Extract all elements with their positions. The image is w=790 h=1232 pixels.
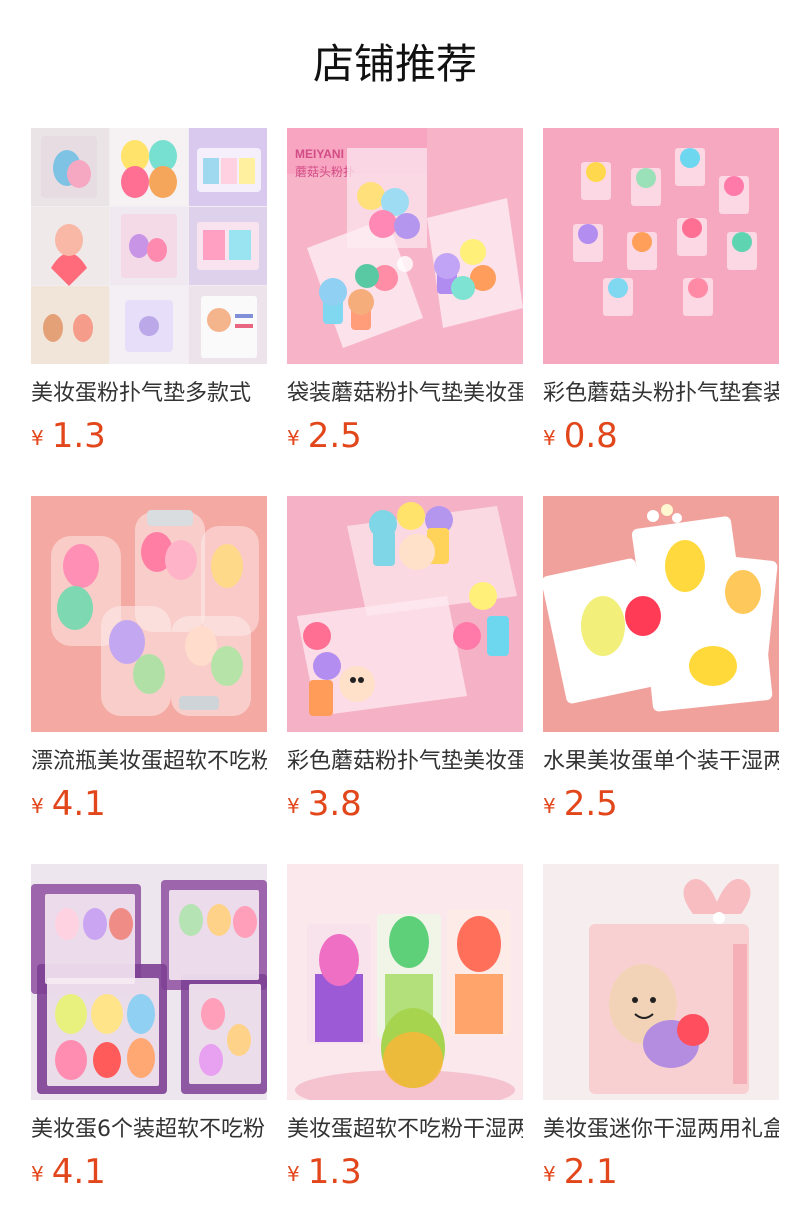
product-card[interactable]: 美妆蛋超软不吃粉干湿两用 ¥1.3 [287,864,523,1192]
product-price: ¥4.1 [31,783,106,825]
product-name[interactable]: 美妆蛋6个装超软不吃粉 [31,1115,267,1145]
product-image[interactable] [31,864,267,1100]
price-value: 2.5 [307,416,362,456]
price-value: 3.8 [307,784,362,824]
product-card[interactable]: 美妆蛋迷你干湿两用礼盒 ¥2.1 [543,864,779,1192]
price-value: 4.1 [51,1152,106,1192]
product-price: ¥0.8 [543,415,618,457]
six-pack-sponge-image [31,864,267,1100]
product-image[interactable]: MEIYANI 蘑菇头粉扑 [287,128,523,364]
product-price: ¥1.3 [31,415,106,457]
price-value: 2.5 [563,784,618,824]
product-image[interactable] [543,128,779,364]
product-grid: 美妆蛋粉扑气垫多款式 ¥1.3 MEIYANI 蘑菇头粉扑 袋装蘑菇粉扑气垫美妆… [31,128,779,1192]
product-name[interactable]: 漂流瓶美妆蛋超软不吃粉 [31,747,267,777]
mushroom-puff-pouch-image [287,496,523,732]
product-name[interactable]: 袋装蘑菇粉扑气垫美妆蛋 [287,379,523,409]
puff-box-sponge-image [287,864,523,1100]
mushroom-puff-bags-image: MEIYANI 蘑菇头粉扑 [287,128,523,364]
price-value: 2.1 [563,1152,618,1192]
currency-symbol: ¥ [31,426,44,450]
currency-symbol: ¥ [287,1162,300,1186]
currency-symbol: ¥ [543,794,556,818]
product-name[interactable]: 水果美妆蛋单个装干湿两用 [543,747,779,777]
currency-symbol: ¥ [543,426,556,450]
price-value: 0.8 [563,416,618,456]
sponge-collage-image [31,128,267,364]
product-image[interactable] [543,496,779,732]
product-image[interactable] [31,496,267,732]
product-name[interactable]: 美妆蛋迷你干湿两用礼盒 [543,1115,779,1145]
currency-symbol: ¥ [543,1162,556,1186]
bottle-sponge-image [31,496,267,732]
currency-symbol: ¥ [287,426,300,450]
product-image[interactable] [543,864,779,1100]
mini-bow-box-image [543,864,779,1100]
product-card[interactable]: 漂流瓶美妆蛋超软不吃粉 ¥4.1 [31,496,267,824]
product-card[interactable]: 美妆蛋粉扑气垫多款式 ¥1.3 [31,128,267,456]
product-price: ¥3.8 [287,783,362,825]
product-price: ¥2.5 [287,415,362,457]
fruit-sponge-card-image [543,496,779,732]
currency-symbol: ¥ [287,794,300,818]
svg-text:MEIYANI: MEIYANI [295,147,344,161]
product-name[interactable]: 美妆蛋超软不吃粉干湿两用 [287,1115,523,1145]
product-price: ¥4.1 [31,1151,106,1193]
product-image[interactable] [31,128,267,364]
product-card[interactable]: 彩色蘑菇头粉扑气垫套装 ¥0.8 [543,128,779,456]
product-image[interactable] [287,864,523,1100]
price-value: 4.1 [51,784,106,824]
currency-symbol: ¥ [31,794,44,818]
product-card[interactable]: 水果美妆蛋单个装干湿两用 ¥2.5 [543,496,779,824]
product-price: ¥2.5 [543,783,618,825]
svg-text:蘑菇头粉扑: 蘑菇头粉扑 [295,165,355,179]
product-price: ¥2.1 [543,1151,618,1193]
product-name[interactable]: 彩色蘑菇粉扑气垫美妆蛋 [287,747,523,777]
product-image[interactable] [287,496,523,732]
product-card[interactable]: MEIYANI 蘑菇头粉扑 袋装蘑菇粉扑气垫美妆蛋 ¥ 2.5 [287,128,523,456]
price-value: 1.3 [51,416,106,456]
product-name[interactable]: 美妆蛋粉扑气垫多款式 [31,379,267,409]
price-value: 1.3 [307,1152,362,1192]
product-card[interactable]: 彩色蘑菇粉扑气垫美妆蛋 ¥3.8 [287,496,523,824]
product-name[interactable]: 彩色蘑菇头粉扑气垫套装 [543,379,779,409]
currency-symbol: ¥ [31,1162,44,1186]
product-card[interactable]: 美妆蛋6个装超软不吃粉 ¥4.1 [31,864,267,1192]
page-title: 店铺推荐 [313,40,477,88]
mushroom-puff-boxes-image [543,128,779,364]
product-price: ¥1.3 [287,1151,362,1193]
